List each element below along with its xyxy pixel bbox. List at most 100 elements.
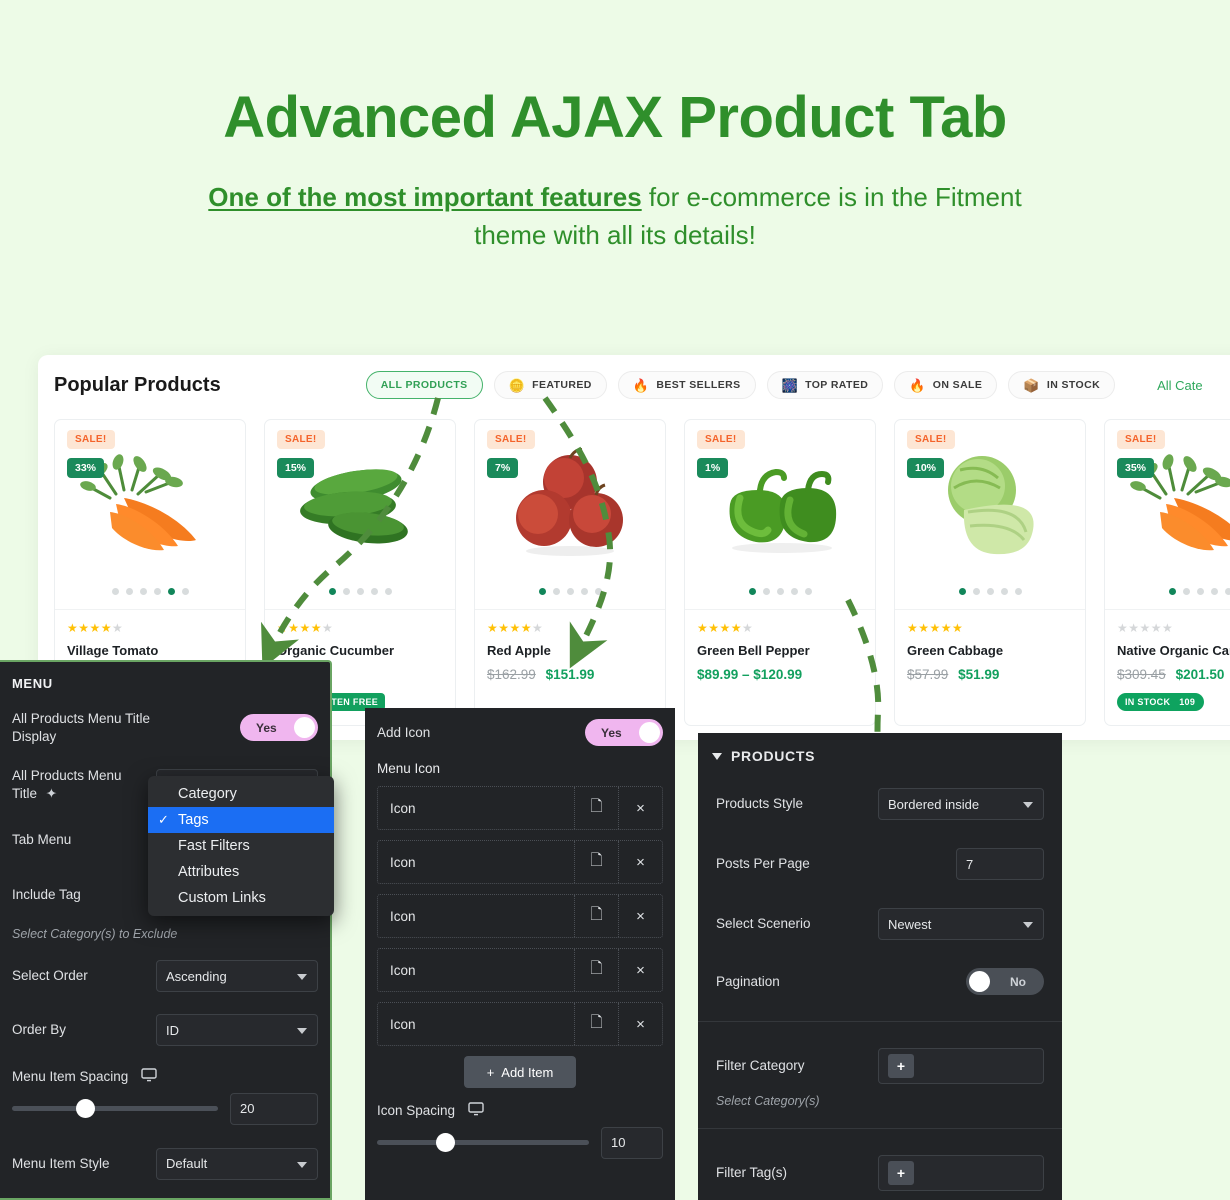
duplicate-icon[interactable]: 🗋 [574,949,618,991]
order-by-select[interactable]: ID [156,1014,318,1047]
tab-all-products[interactable]: ALL PRODUCTS [365,371,483,399]
close-icon[interactable]: × [618,787,662,829]
tab-featured[interactable]: 🪙 FEATURED [493,371,607,399]
dot[interactable] [370,588,378,595]
menu-item-spacing-slider[interactable] [12,1099,218,1119]
product-card[interactable]: SALE! 1% ★★★★★ Green Bell Pepper $89.99 … [684,419,876,726]
dynamic-tags-icon[interactable]: ✦ [46,786,57,801]
tab-menu-dropdown[interactable]: Category ✓ Tags Fast Filters Attributes … [148,776,334,916]
image-dots[interactable] [538,588,602,595]
icon-spacing-value[interactable]: 10 [601,1126,663,1159]
posts-per-page-input[interactable]: 7 [956,848,1044,880]
product-card[interactable]: SALE! 10% ★★★★★ Green Cabbage $57.99 $51… [894,419,1086,726]
menu-item-style-select[interactable]: Default [156,1147,318,1180]
dot[interactable] [762,588,770,595]
dot[interactable] [790,588,798,595]
close-icon[interactable]: × [618,895,662,937]
image-dots[interactable] [328,588,392,595]
tab-top-rated[interactable]: 🎆 TOP RATED [766,371,884,399]
dot-active[interactable] [328,588,336,595]
dot[interactable] [111,588,119,595]
dot[interactable] [1210,588,1218,595]
dropdown-option-attributes[interactable]: Attributes [148,859,334,885]
dot-active[interactable] [748,588,756,595]
tab-on-sale[interactable]: 🔥 ON SALE [894,371,998,399]
dot[interactable] [594,588,602,595]
duplicate-icon[interactable]: 🗋 [574,787,618,829]
dot[interactable] [580,588,588,595]
duplicate-icon[interactable]: 🗋 [574,1003,618,1045]
dot[interactable] [552,588,560,595]
dot-active[interactable] [538,588,546,595]
product-card[interactable]: SALE! 7% ★★★★★ Red Apple $162.99 $151.99 [474,419,666,726]
image-dots[interactable] [958,588,1022,595]
image-dots[interactable] [748,588,812,595]
icon-repeater-item[interactable]: Icon 🗋 × [377,1002,663,1046]
close-icon[interactable]: × [618,949,662,991]
duplicate-icon[interactable]: 🗋 [574,841,618,883]
product-name[interactable]: Organic Cucumber [277,643,443,658]
dropdown-option-tags[interactable]: ✓ Tags [148,807,334,833]
dot-active[interactable] [958,588,966,595]
products-section-header[interactable]: PRODUCTS [698,733,1062,774]
slider-handle[interactable] [436,1133,456,1153]
dot[interactable] [342,588,350,595]
add-item-button[interactable]: + Add Item [464,1056,576,1088]
tab-in-stock[interactable]: 📦 IN STOCK [1008,371,1116,399]
all-products-title-display-toggle[interactable]: Yes [240,714,318,742]
products-style-select[interactable]: Bordered inside [878,788,1044,820]
icon-spacing-slider[interactable] [377,1133,589,1153]
dot[interactable] [125,588,133,595]
dropdown-option-custom-links[interactable]: Custom Links [148,885,334,911]
icon-repeater-item[interactable]: Icon 🗋 × [377,894,663,938]
product-name[interactable]: Green Cabbage [907,643,1073,658]
close-icon[interactable]: × [618,841,662,883]
dot[interactable] [804,588,812,595]
dot[interactable] [1014,588,1022,595]
dot[interactable] [1182,588,1190,595]
menu-item-spacing-value[interactable]: 20 [230,1092,318,1125]
dot-active[interactable] [1168,588,1176,595]
dropdown-option-category[interactable]: Category [148,781,334,807]
product-name[interactable]: Red Apple [487,643,653,658]
product-name[interactable]: Green Bell Pepper [697,643,863,658]
dot[interactable] [1224,588,1230,595]
dot[interactable] [139,588,147,595]
select-order-select[interactable]: Ascending [156,960,318,993]
dot[interactable] [1000,588,1008,595]
dot-active[interactable] [167,588,175,595]
duplicate-icon[interactable]: 🗋 [574,895,618,937]
dot[interactable] [356,588,364,595]
product-card[interactable]: SALE! 35% ★★★★★ Native Organic Ca $309.4… [1104,419,1230,726]
dot[interactable] [384,588,392,595]
slider-handle[interactable] [75,1099,95,1119]
dot[interactable] [1196,588,1204,595]
icon-repeater-item[interactable]: Icon 🗋 × [377,948,663,992]
dot[interactable] [153,588,161,595]
icon-repeater-item[interactable]: Icon 🗋 × [377,786,663,830]
icon-repeater-item[interactable]: Icon 🗋 × [377,840,663,884]
desktop-monitor-icon[interactable] [141,1068,157,1087]
add-icon-toggle[interactable]: Yes [585,719,663,746]
product-name[interactable]: Village Tomato [67,643,233,658]
all-categories-link[interactable]: All Cate [1157,378,1203,393]
dot[interactable] [986,588,994,595]
pagination-toggle[interactable]: No [966,968,1044,995]
dot[interactable] [972,588,980,595]
tab-best-sellers[interactable]: 🔥 BEST SELLERS [617,371,756,399]
select-scenerio-select[interactable]: Newest [878,908,1044,940]
filter-tags-input[interactable]: + [878,1155,1044,1191]
dot[interactable] [566,588,574,595]
close-icon[interactable]: × [618,1003,662,1045]
add-category-button[interactable]: + [888,1054,914,1078]
row-menu-item-spacing: Menu Item Spacing [0,1057,330,1089]
dot[interactable] [181,588,189,595]
product-name[interactable]: Native Organic Carrot [1117,643,1230,658]
dot[interactable] [776,588,784,595]
image-dots[interactable] [111,588,189,595]
dropdown-option-fast-filters[interactable]: Fast Filters [148,833,334,859]
add-tag-button[interactable]: + [888,1161,914,1185]
desktop-monitor-icon[interactable] [468,1102,484,1121]
filter-category-input[interactable]: + [878,1048,1044,1084]
image-dots[interactable] [1168,588,1230,595]
